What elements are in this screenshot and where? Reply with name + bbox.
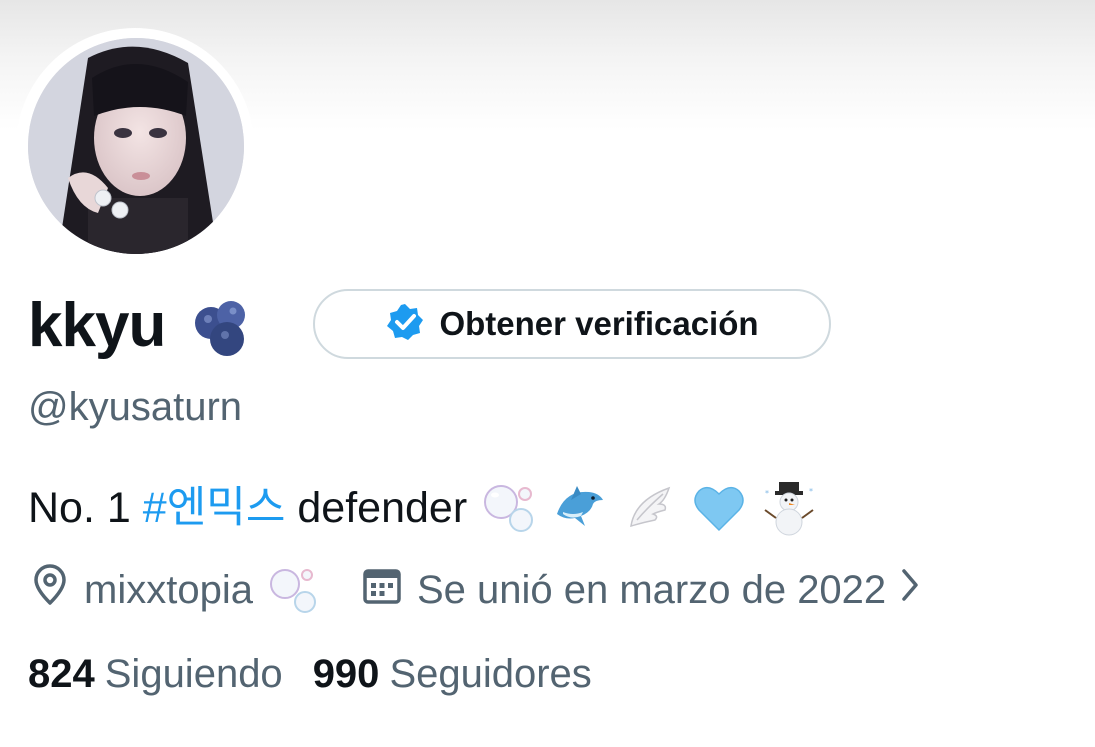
wing-icon	[621, 480, 677, 536]
snowman-icon: * *	[761, 480, 817, 536]
location-text: mixxtopia	[84, 567, 253, 612]
avatar[interactable]	[28, 38, 244, 254]
followers-label: Seguidores	[389, 652, 592, 696]
bubbles-icon	[481, 480, 537, 536]
join-date[interactable]: Se unió en marzo de 2022	[361, 564, 920, 616]
light-blue-heart-icon	[691, 480, 747, 536]
handle: @kyusaturn	[28, 385, 243, 429]
following-count: 824	[28, 652, 95, 696]
svg-text:*: *	[765, 489, 769, 498]
bio: No. 1 #엔믹스 defender * *	[28, 478, 817, 538]
followers-link[interactable]: 990 Seguidores	[313, 652, 592, 697]
bio-hashtag-link[interactable]: #엔믹스	[143, 478, 286, 538]
bubbles-icon	[265, 562, 321, 618]
get-verification-label: Obtener verificación	[439, 305, 759, 342]
verified-badge-icon	[385, 302, 425, 347]
dolphin-icon	[551, 480, 607, 536]
chevron-right-icon	[900, 567, 920, 613]
profile-meta: mixxtopia Se unió en marzo de 2022	[30, 563, 920, 617]
join-date-text: Se unió en marzo de 2022	[416, 567, 887, 612]
svg-text:*: *	[809, 487, 813, 496]
blueberries-icon	[189, 293, 255, 359]
calendar-icon	[361, 564, 403, 616]
followers-count: 990	[312, 652, 380, 696]
following-label: Siguiendo	[104, 652, 283, 696]
display-name: kkyu	[28, 291, 166, 360]
location-pin-icon	[30, 563, 70, 617]
bio-suffix: defender	[297, 484, 468, 532]
location: mixxtopia	[30, 562, 321, 618]
bio-prefix: No. 1	[28, 484, 131, 532]
name-row: kkyu	[28, 290, 255, 362]
get-verification-button[interactable]: Obtener verificación	[313, 289, 831, 359]
follow-stats: 824 Siguiendo 990 Seguidores	[28, 652, 592, 697]
following-link[interactable]: 824 Siguiendo	[28, 652, 283, 697]
